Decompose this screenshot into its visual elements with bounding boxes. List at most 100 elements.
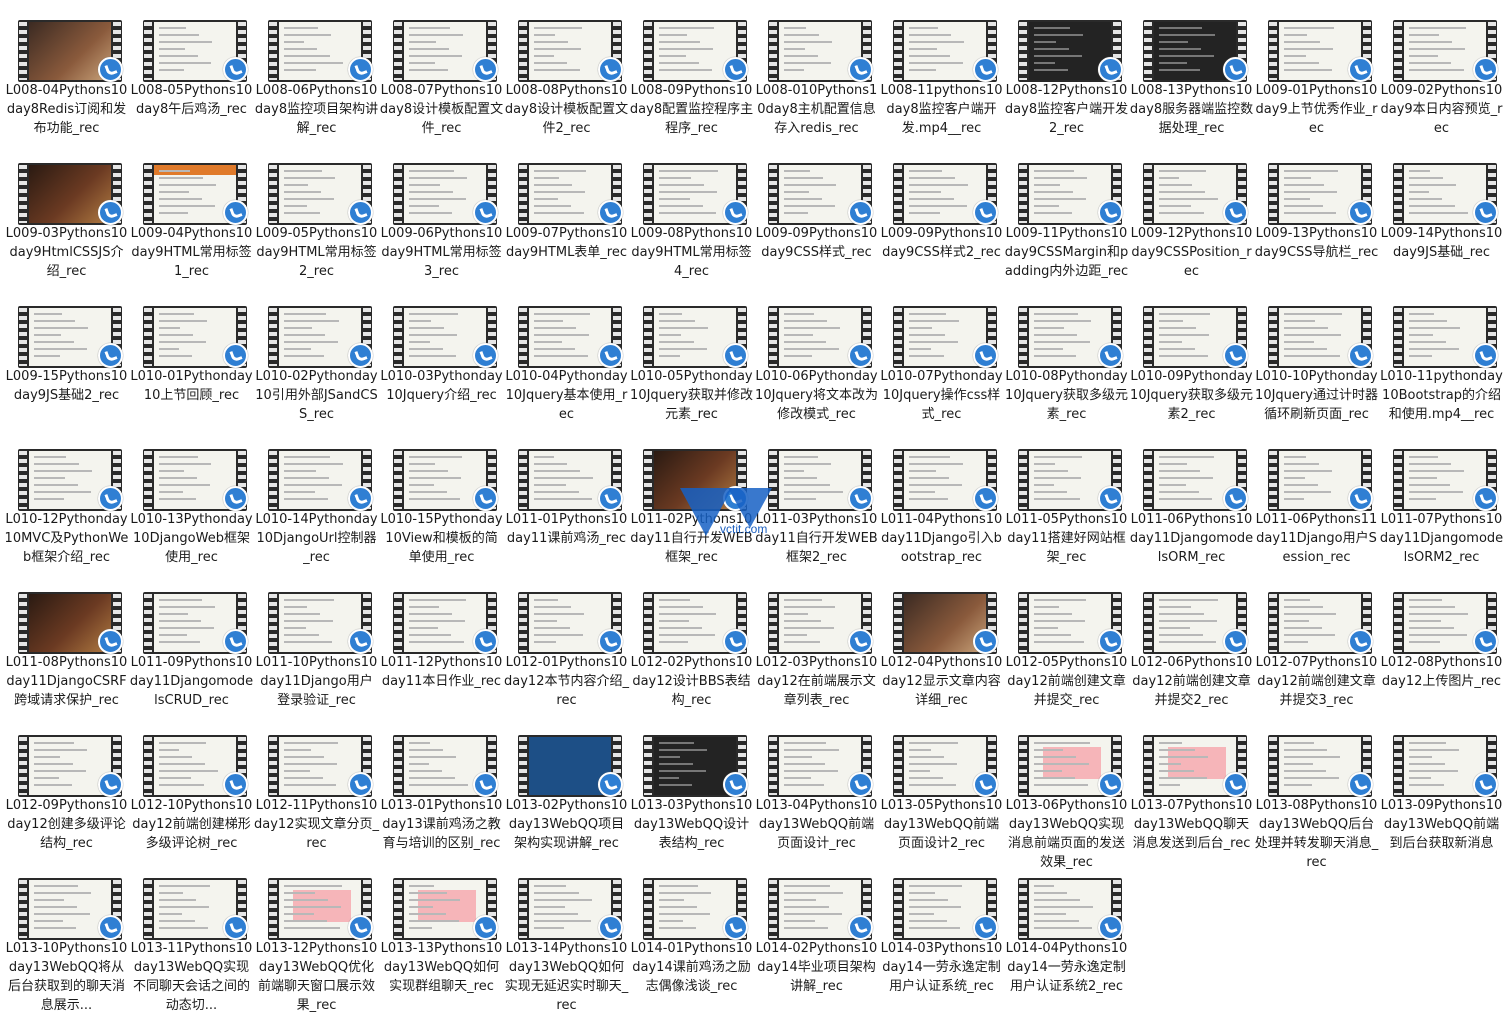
file-item[interactable]: L014-04Pythons10day14一劳永逸定制用户认证系统2_rec <box>1004 858 1129 1001</box>
file-item[interactable]: L010-04Pythonday10Jquery基本使用_rec <box>504 286 629 429</box>
file-item[interactable]: L008-11pythons10day8监控客户端开发.mp4__rec <box>879 0 1004 143</box>
shortcut-badge-icon <box>848 629 873 654</box>
file-item[interactable]: L008-07Pythons10day8设计模板配置文件_rec <box>379 0 504 143</box>
file-item[interactable]: L011-08Pythons10day11DjangoCSRF跨域请求保护_re… <box>4 572 129 715</box>
shortcut-badge-icon <box>848 486 873 511</box>
file-item[interactable]: L011-12Pythons10day11本日作业_rec <box>379 572 504 715</box>
file-item[interactable]: L013-01Pythons10day13课前鸡汤之教育与培训的区别_rec <box>379 715 504 858</box>
shortcut-badge-icon <box>473 772 498 797</box>
file-item[interactable]: L010-03Pythonday10Jquery介绍_rec <box>379 286 504 429</box>
file-item[interactable]: L011-06Pythons11day11Django用户Session_rec <box>1254 429 1379 572</box>
film-strip-icon <box>644 737 652 795</box>
file-item[interactable]: L008-12Pythons10day8监控客户端开发2_rec <box>1004 0 1129 143</box>
file-item[interactable]: L013-05Pythons10day13WebQQ前端页面设计2_rec <box>879 715 1004 858</box>
file-item[interactable]: L013-06Pythons10day13WebQQ实现消息前端页面的发送效果_… <box>1004 715 1129 870</box>
file-item[interactable]: L012-07Pythons10day12前端创建文章并提交3_rec <box>1254 572 1379 715</box>
file-name-label: L010-10Pythonday10Jquery通过计时器循环刷新页面_rec <box>1255 369 1378 422</box>
file-name-label: L010-02Pythonday10引用外部JSandCSS_rec <box>255 369 378 422</box>
file-item[interactable]: L008-09Pythons10day8配置监控程序主程序_rec <box>629 0 754 143</box>
file-item[interactable]: L009-09Pythons10day9CSS样式2_rec <box>879 143 1004 286</box>
file-item[interactable]: L009-13Pythons10day9CSS导航栏_rec <box>1254 143 1379 286</box>
file-item[interactable]: L013-08Pythons10day13WebQQ后台处理并转发聊天消息_re… <box>1254 715 1379 870</box>
file-item[interactable]: L009-15Pythons10day9JS基础2_rec <box>4 286 129 429</box>
file-item[interactable]: L012-11Pythons10day12实现文章分页_rec <box>254 715 379 858</box>
file-item[interactable]: L013-07Pythons10day13WebQQ聊天消息发送到后台_rec <box>1129 715 1254 858</box>
file-item[interactable]: L008-08Pythons10day8设计模板配置文件2_rec <box>504 0 629 143</box>
file-item[interactable]: L008-13Pythons10day8服务器端监控数据处理_rec <box>1129 0 1254 143</box>
shortcut-badge-icon <box>973 343 998 368</box>
film-strip-icon <box>894 594 902 652</box>
file-item[interactable]: L012-09Pythons10day12创建多级评论结构_rec <box>4 715 129 858</box>
file-item[interactable]: L009-12Pythons10day9CSSPosition_rec <box>1129 143 1254 286</box>
film-strip-icon <box>394 165 402 223</box>
film-strip-icon <box>519 308 527 366</box>
file-item[interactable]: L013-04Pythons10day13WebQQ前端页面设计_rec <box>754 715 879 858</box>
file-item[interactable]: L010-11pythonday10Bootstrap的介绍和使用.mp4__r… <box>1379 286 1504 429</box>
file-item[interactable]: L014-02Pythons10day14毕业项目架构讲解_rec <box>754 858 879 1001</box>
file-item[interactable]: L012-10Pythons10day12前端创建梯形多级评论树_rec <box>129 715 254 858</box>
file-item[interactable]: L011-07Pythons10day11DjangomodelsORM2_re… <box>1379 429 1504 572</box>
file-item[interactable]: L008-010Pythons10day8主机配置信息存入redis_rec <box>754 0 879 143</box>
file-item[interactable]: L010-09Pythonday10Jquery获取多级元素2_rec <box>1129 286 1254 429</box>
file-item[interactable]: L012-08Pythons10day12上传图片_rec <box>1379 572 1504 715</box>
file-item[interactable]: L013-10Pythons10day13WebQQ将从后台获取到的聊天消息展示… <box>4 858 129 1013</box>
shortcut-badge-icon <box>473 629 498 654</box>
file-item[interactable]: L013-02Pythons10day13WebQQ项目架构实现讲解_rec <box>504 715 629 858</box>
file-item[interactable]: L012-05Pythons10day12前端创建文章并提交_rec <box>1004 572 1129 715</box>
film-strip-icon <box>894 451 902 509</box>
file-item[interactable]: L012-06Pythons10day12前端创建文章并提交2_rec <box>1129 572 1254 715</box>
file-item[interactable]: L013-11Pythons10day13WebQQ实现不同聊天会话之间的动态切… <box>129 858 254 1013</box>
file-item[interactable]: L009-01Pythons10day9上节优秀作业_rec <box>1254 0 1379 143</box>
file-name-label: L009-08Pythons10day9HTML常用标签4_rec <box>630 226 753 279</box>
file-item[interactable]: L010-15Pythonday10View和模板的简单使用_rec <box>379 429 504 572</box>
file-item[interactable]: L010-12Pythonday10MVC及PythonWeb框架介绍_rec <box>4 429 129 572</box>
file-item[interactable]: L009-06Pythons10day9HTML常用标签3_rec <box>379 143 504 286</box>
file-item[interactable]: L010-06Pythonday10Jquery将文本改为修改模式_rec <box>754 286 879 429</box>
file-item[interactable]: L010-13Pythonday10DjangoWeb框架使用_rec <box>129 429 254 572</box>
file-item[interactable]: L010-10Pythonday10Jquery通过计时器循环刷新页面_rec <box>1254 286 1379 429</box>
file-item[interactable]: L008-06Pythons10day8监控项目架构讲解_rec <box>254 0 379 143</box>
file-item[interactable]: L012-04Pythons10day12显示文章内容详细_rec <box>879 572 1004 715</box>
shortcut-badge-icon <box>1473 772 1498 797</box>
file-item[interactable]: L010-01Pythonday10上节回顾_rec <box>129 286 254 429</box>
file-item[interactable]: L012-02Pythons10day12设计BBS表结构_rec <box>629 572 754 715</box>
file-item[interactable]: L011-05Pythons10day11搭建好网站框架_rec <box>1004 429 1129 572</box>
file-item[interactable]: L009-11Pythons10day9CSSMargin和padding内外边… <box>1004 143 1129 286</box>
file-item[interactable]: L009-09Pythons10day9CSS样式_rec <box>754 143 879 286</box>
file-item[interactable]: L014-01Pythons10day14课前鸡汤之励志偶像浅谈_rec <box>629 858 754 1001</box>
file-item[interactable]: L013-14Pythons10day13WebQQ如何实现无延迟实时聊天_re… <box>504 858 629 1013</box>
shortcut-badge-icon <box>973 772 998 797</box>
file-item[interactable]: L013-12Pythons10day13WebQQ优化前端聊天窗口展示效果_r… <box>254 858 379 1013</box>
file-name-label: L010-01Pythonday10上节回顾_rec <box>130 369 253 403</box>
file-item[interactable]: L009-07Pythons10day9HTML表单_rec <box>504 143 629 286</box>
file-item[interactable]: L013-13Pythons10day13WebQQ如何实现群组聊天_rec <box>379 858 504 1001</box>
file-item[interactable]: L008-04Pythons10day8Redis订阅和发布功能_rec <box>4 0 129 143</box>
file-name-label: L013-14Pythons10day13WebQQ如何实现无延迟实时聊天_re… <box>504 941 629 1013</box>
file-item[interactable]: L010-02Pythonday10引用外部JSandCSS_rec <box>254 286 379 429</box>
file-item[interactable]: L012-01Pythons10day12本节内容介绍_rec <box>504 572 629 715</box>
file-item[interactable]: L011-10Pythons10day11Django用户登录验证_rec <box>254 572 379 715</box>
file-item[interactable]: L011-09Pythons10day11DjangomodelsCRUD_re… <box>129 572 254 715</box>
file-item[interactable]: L011-04Pythons10day11Django引入bootstrap_r… <box>879 429 1004 572</box>
file-item[interactable]: L013-09Pythons10day13WebQQ前端到后台获取新消息 <box>1379 715 1504 858</box>
shortcut-badge-icon <box>848 57 873 82</box>
file-item[interactable]: L009-05Pythons10day9HTML常用标签2_rec <box>254 143 379 286</box>
file-item[interactable]: L009-14Pythons10day9JS基础_rec <box>1379 143 1504 286</box>
file-name-label: L012-05Pythons10day12前端创建文章并提交_rec <box>1005 655 1128 708</box>
file-item[interactable]: L009-04Pythons10day9HTML常用标签1_rec <box>129 143 254 286</box>
file-item[interactable]: L010-05Pythonday10Jquery获取并修改元素_rec <box>629 286 754 429</box>
file-item[interactable]: L010-08Pythonday10Jquery获取多级元素_rec <box>1004 286 1129 429</box>
file-item[interactable]: L009-02Pythons10day9本日内容预览_rec <box>1379 0 1504 143</box>
file-item[interactable]: L011-01Pythons10day11课前鸡汤_rec <box>504 429 629 572</box>
file-item[interactable]: L008-05Pythons10day8午后鸡汤_rec <box>129 0 254 143</box>
file-item[interactable]: L012-03Pythons10day12在前端展示文章列表_rec <box>754 572 879 715</box>
file-item[interactable]: L014-03Pythons10day14一劳永逸定制用户认证系统_rec <box>879 858 1004 1001</box>
file-item[interactable]: L010-07Pythonday10Jquery操作css样式_rec <box>879 286 1004 429</box>
file-item[interactable]: L011-06Pythons10day11DjangomodelsORM_rec <box>1129 429 1254 572</box>
file-item[interactable]: L009-03Pythons10day9HtmlCSSJS介绍_rec <box>4 143 129 286</box>
file-item[interactable]: L009-08Pythons10day9HTML常用标签4_rec <box>629 143 754 286</box>
file-name-label: L014-01Pythons10day14课前鸡汤之励志偶像浅谈_rec <box>630 941 753 994</box>
shortcut-badge-icon <box>348 343 373 368</box>
file-item[interactable]: L013-03Pythons10day13WebQQ设计表结构_rec <box>629 715 754 858</box>
file-item[interactable]: L010-14Pythonday10DjangoUrl控制器_rec <box>254 429 379 572</box>
